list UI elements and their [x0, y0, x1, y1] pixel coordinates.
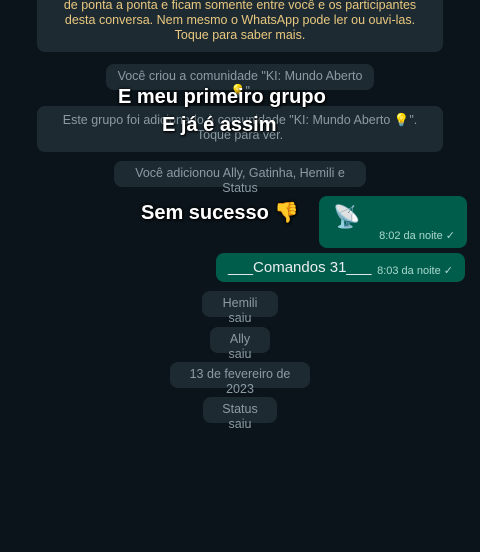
date-chip: 13 de fevereiro de 2023 — [170, 362, 310, 396]
message-text: ___Comandos 31___ — [228, 259, 372, 276]
message-timestamp: 8:02 da noite ✓ — [379, 230, 455, 242]
overlay-caption-line3: Sem sucesso 👎 — [141, 202, 300, 224]
message-timestamp: 8:03 da noite ✓ — [377, 265, 453, 277]
members-added-notice: Você adicionou Ally, Gatinha, Hemili e S… — [114, 161, 366, 195]
overlay-caption-line1: E meu primeiro grupo — [118, 86, 326, 108]
overlay-caption-line2: E já é assim — [162, 114, 277, 136]
message-bubble-emoji[interactable]: 📡 8:02 da noite ✓ — [319, 196, 467, 248]
encryption-notice[interactable]: de ponta a ponta e ficam somente entre v… — [37, 0, 443, 52]
message-bubble-commands[interactable]: ___Comandos 31___ 8:03 da noite ✓ — [216, 253, 465, 282]
hemili-left-notice: Hemili saiu — [202, 291, 278, 325]
status-left-notice: Status saiu — [203, 397, 277, 431]
ally-left-notice: Ally saiu — [210, 327, 270, 361]
satellite-dish-emoji: 📡 — [333, 204, 361, 229]
